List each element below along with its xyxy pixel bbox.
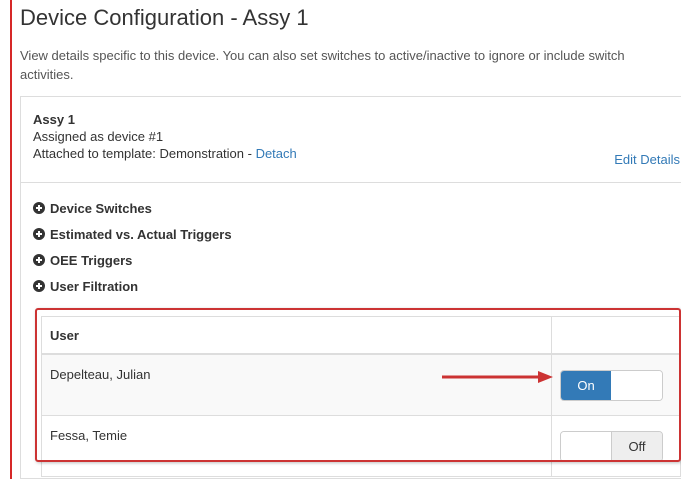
device-name: Assy 1 (33, 112, 75, 127)
section-user-filtration[interactable]: User Filtration (33, 273, 232, 299)
edit-details-link[interactable]: Edit Details (614, 151, 680, 168)
plus-circle-icon (33, 202, 45, 214)
section-list: Device Switches Estimated vs. Actual Tri… (33, 195, 232, 299)
page-title: Device Configuration - Assy 1 (20, 5, 309, 30)
annotation-highlight-box (35, 308, 681, 462)
left-accent-bar (10, 0, 12, 479)
section-label: User Filtration (50, 278, 139, 294)
device-assigned: Assigned as device #1 (33, 129, 164, 144)
plus-circle-icon (33, 254, 45, 266)
section-label: Device Switches (50, 200, 152, 216)
template-label: Attached to template: Demonstration - (33, 146, 256, 161)
section-device-switches[interactable]: Device Switches (33, 195, 232, 221)
plus-circle-icon (33, 280, 45, 292)
plus-circle-icon (33, 228, 45, 240)
page-description: View details specific to this device. Yo… (20, 48, 625, 82)
section-estimated-vs-actual[interactable]: Estimated vs. Actual Triggers (33, 221, 232, 247)
section-oee-triggers[interactable]: OEE Triggers (33, 247, 232, 273)
device-info: Assy 1 Assigned as device #1 Attached to… (21, 97, 681, 183)
section-label: OEE Triggers (50, 252, 133, 268)
annotation-arrow-icon (442, 371, 553, 383)
device-template: Attached to template: Demonstration - De… (33, 145, 681, 162)
detach-link[interactable]: Detach (256, 146, 297, 161)
section-label: Estimated vs. Actual Triggers (50, 226, 232, 242)
